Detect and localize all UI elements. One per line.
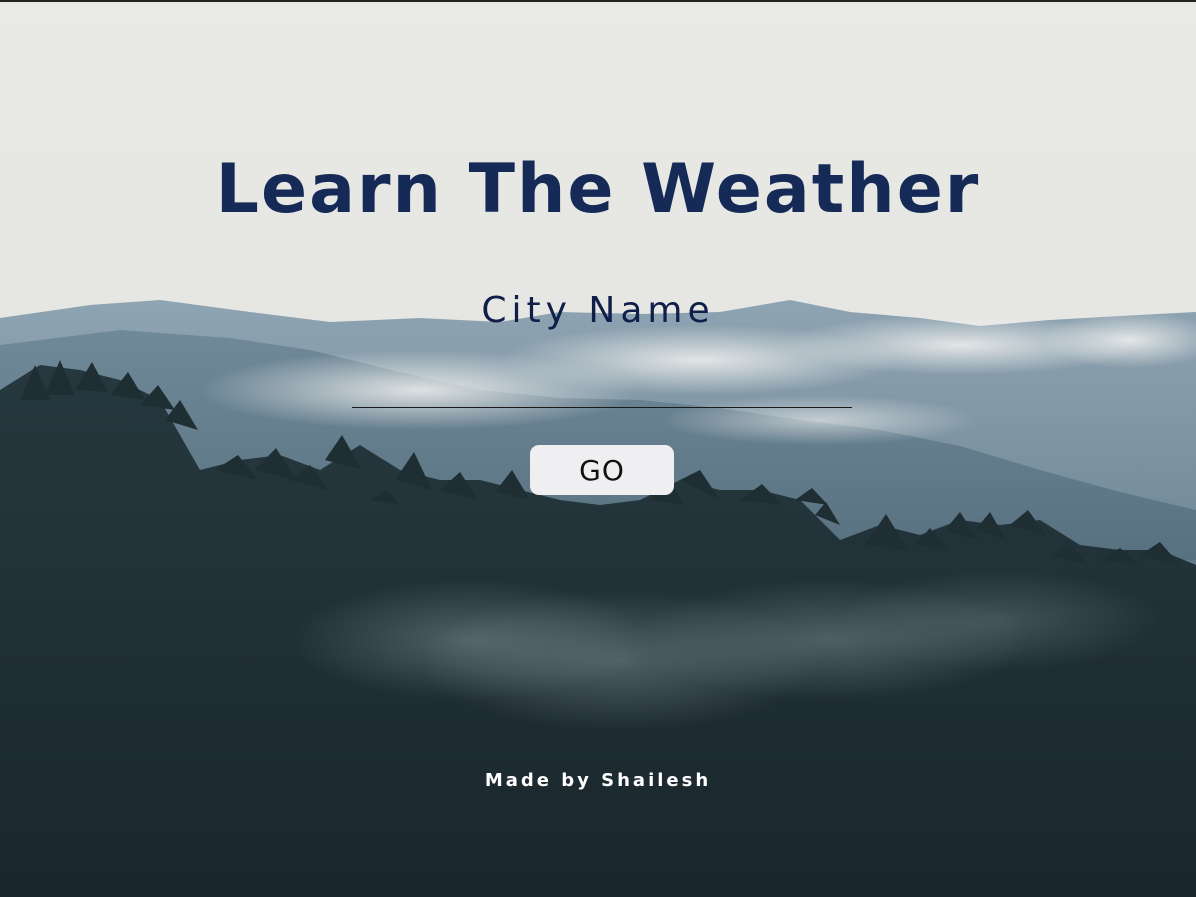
go-button[interactable]: GO <box>530 445 674 495</box>
city-name-label: City Name <box>481 290 715 331</box>
window-top-border <box>0 0 1196 2</box>
page-title: Learn The Weather <box>215 150 981 229</box>
footer-credit: Made by Shailesh <box>484 770 712 791</box>
city-name-input[interactable] <box>352 366 852 408</box>
